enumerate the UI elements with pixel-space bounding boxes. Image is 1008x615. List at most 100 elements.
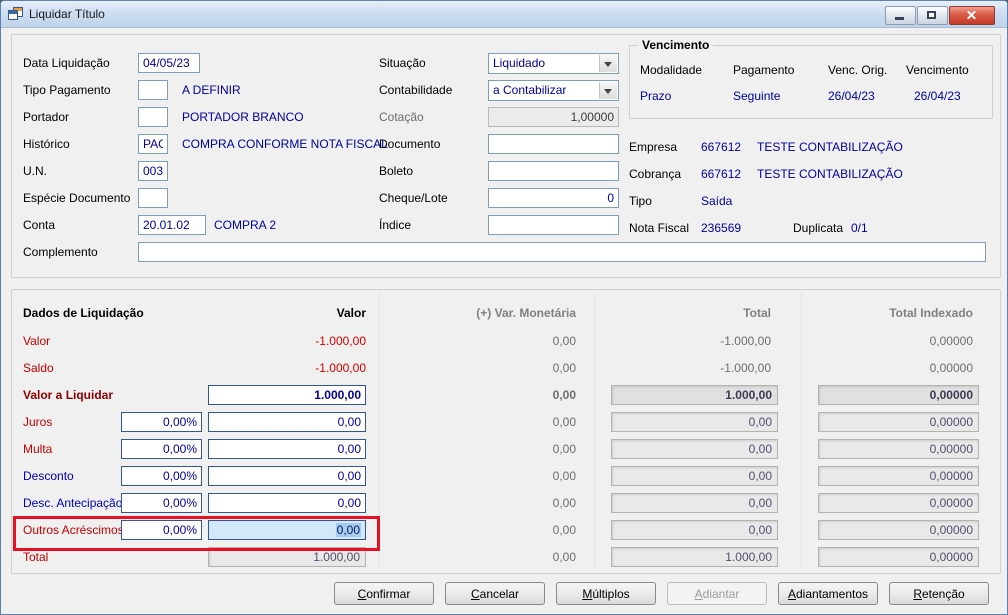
button-row: Confirmar Cancelar Múltiplos Adiantar Ad…: [334, 582, 989, 605]
boleto-label: Boleto: [379, 164, 414, 178]
contabilidade-label: Contabilidade: [379, 83, 453, 97]
chevron-down-icon: [599, 82, 617, 99]
indice-input[interactable]: [488, 215, 619, 235]
historico-label: Histórico: [23, 137, 70, 151]
duplicata-value: 0/1: [851, 221, 868, 235]
complemento-label: Complemento: [23, 245, 98, 259]
vencimento-modalidade-value: Prazo: [640, 89, 672, 103]
vencimento-title: Vencimento: [638, 38, 714, 52]
nota-fiscal-value: 236569: [701, 221, 742, 235]
grid-header-var-monetaria: (+) Var. Monetária: [476, 306, 576, 320]
vencimento-header-modalidade: Modalidade: [640, 63, 703, 77]
contabilidade-select[interactable]: a Contabilizar: [488, 80, 619, 101]
row-saldo-valor: -1.000,00: [315, 361, 366, 375]
row-saldo-var: 0,00: [552, 361, 576, 375]
app-icon: [8, 7, 23, 20]
adiantamentos-button[interactable]: Adiantamentos: [778, 582, 878, 605]
row-juros-valor-input[interactable]: [208, 412, 366, 432]
row-juros-total-box: 0,00: [611, 412, 778, 432]
especie-documento-input[interactable]: [138, 188, 168, 208]
historico-input[interactable]: [138, 134, 168, 154]
grid-header-valor: Valor: [336, 306, 366, 320]
historico-desc: COMPRA CONFORME NOTA FISCAL: [182, 137, 388, 151]
multiplos-button[interactable]: Múltiplos: [556, 582, 656, 605]
retencao-button[interactable]: Retenção: [889, 582, 989, 605]
situacao-value: Liquidado: [493, 56, 546, 70]
cancelar-button[interactable]: Cancelar: [445, 582, 545, 605]
cheque-lote-input[interactable]: [488, 188, 619, 208]
row-valor-a-liquidar-label: Valor a Liquidar: [23, 388, 114, 402]
row-valor-a-liquidar-input[interactable]: [208, 385, 366, 405]
row-desc-antecipacao-pct-input[interactable]: [121, 493, 202, 513]
row-juros-var: 0,00: [552, 415, 576, 429]
column-divider: [801, 293, 802, 569]
un-input[interactable]: [138, 161, 168, 181]
row-multa-pct-input[interactable]: [121, 439, 202, 459]
data-liquidacao-input[interactable]: [138, 53, 200, 73]
vencimento-groupbox: Vencimento Modalidade Pagamento Venc. Or…: [629, 38, 993, 119]
grid-header-total: Total: [743, 306, 771, 320]
row-desconto-indexado-box: 0,00000: [818, 466, 979, 486]
tipo-pagamento-desc: A DEFINIR: [182, 83, 241, 97]
cobranca-label: Cobrança: [629, 167, 682, 181]
close-button[interactable]: [949, 6, 995, 25]
row-valor-total: -1.000,00: [720, 334, 771, 348]
portador-label: Portador: [23, 110, 70, 124]
empresa-label: Empresa: [629, 140, 678, 154]
minimize-icon: [895, 17, 904, 20]
portador-desc: PORTADOR BRANCO: [182, 110, 304, 124]
grid-header-total-indexado: Total Indexado: [889, 306, 973, 320]
situacao-select[interactable]: Liquidado: [488, 53, 619, 74]
tipo-pagamento-label: Tipo Pagamento: [23, 83, 111, 97]
row-multa-total-box: 0,00: [611, 439, 778, 459]
portador-input[interactable]: [138, 107, 168, 127]
documento-label: Documento: [379, 137, 441, 151]
confirmar-button[interactable]: Confirmar: [334, 582, 434, 605]
cobranca-desc: TESTE CONTABILIZAÇÃO: [757, 167, 903, 181]
vencimento-vencimento-value: 26/04/23: [914, 89, 961, 103]
cheque-lote-label: Cheque/Lote: [379, 191, 448, 205]
row-desconto-valor-input[interactable]: [208, 466, 366, 486]
chevron-down-icon: [599, 55, 617, 72]
column-divider: [594, 293, 595, 569]
row-valor-valor: -1.000,00: [315, 334, 366, 348]
vencimento-header-venc-orig: Venc. Orig.: [828, 63, 888, 77]
row-multa-valor-input[interactable]: [208, 439, 366, 459]
tipo-pagamento-input[interactable]: [138, 80, 168, 100]
empresa-desc: TESTE CONTABILIZAÇÃO: [757, 140, 903, 154]
documento-input[interactable]: [488, 134, 619, 154]
row-outros-acrescimos-pct-input[interactable]: [121, 520, 202, 540]
minimize-button[interactable]: [885, 6, 916, 25]
row-outros-acrescimos-indexado-box: 0,00000: [818, 520, 979, 540]
cobranca-code: 667612: [701, 167, 742, 181]
contabilidade-value: a Contabilizar: [493, 83, 567, 97]
row-juros-label: Juros: [23, 415, 53, 429]
boleto-input[interactable]: [488, 161, 619, 181]
vencimento-venc-orig-value: 26/04/23: [828, 89, 875, 103]
row-desconto-pct-input[interactable]: [121, 466, 202, 486]
maximize-icon: [927, 11, 936, 19]
row-desc-antecipacao-valor-input[interactable]: [208, 493, 366, 513]
row-desc-antecipacao-indexado-box: 0,00000: [818, 493, 979, 513]
maximize-button[interactable]: [917, 6, 948, 25]
row-outros-acrescimos-valor-input[interactable]: 0,00: [208, 520, 366, 540]
row-total-var: 0,00: [552, 550, 576, 564]
vencimento-pagamento-value: Seguinte: [733, 89, 781, 103]
row-juros-pct-input[interactable]: [121, 412, 202, 432]
row-saldo-indexado: 0,00000: [929, 361, 973, 375]
row-valor-a-liquidar-total-box: 1.000,00: [611, 385, 778, 405]
row-outros-acrescimos-label: Outros Acréscimos: [23, 523, 124, 537]
duplicata-label: Duplicata: [793, 221, 844, 235]
un-label: U.N.: [23, 164, 47, 178]
conta-input[interactable]: [138, 215, 206, 235]
selected-text: 0,00: [335, 523, 361, 537]
row-desconto-var: 0,00: [552, 469, 576, 483]
row-valor-indexado: 0,00000: [929, 334, 973, 348]
row-saldo-total: -1.000,00: [720, 361, 771, 375]
titlebar[interactable]: Liquidar Título: [1, 1, 1007, 28]
conta-desc: COMPRA 2: [214, 218, 277, 232]
row-desc-antecipacao-var: 0,00: [552, 496, 576, 510]
window-title: Liquidar Título: [29, 7, 105, 21]
tipo-label: Tipo: [629, 194, 652, 208]
complemento-input[interactable]: [138, 242, 986, 262]
